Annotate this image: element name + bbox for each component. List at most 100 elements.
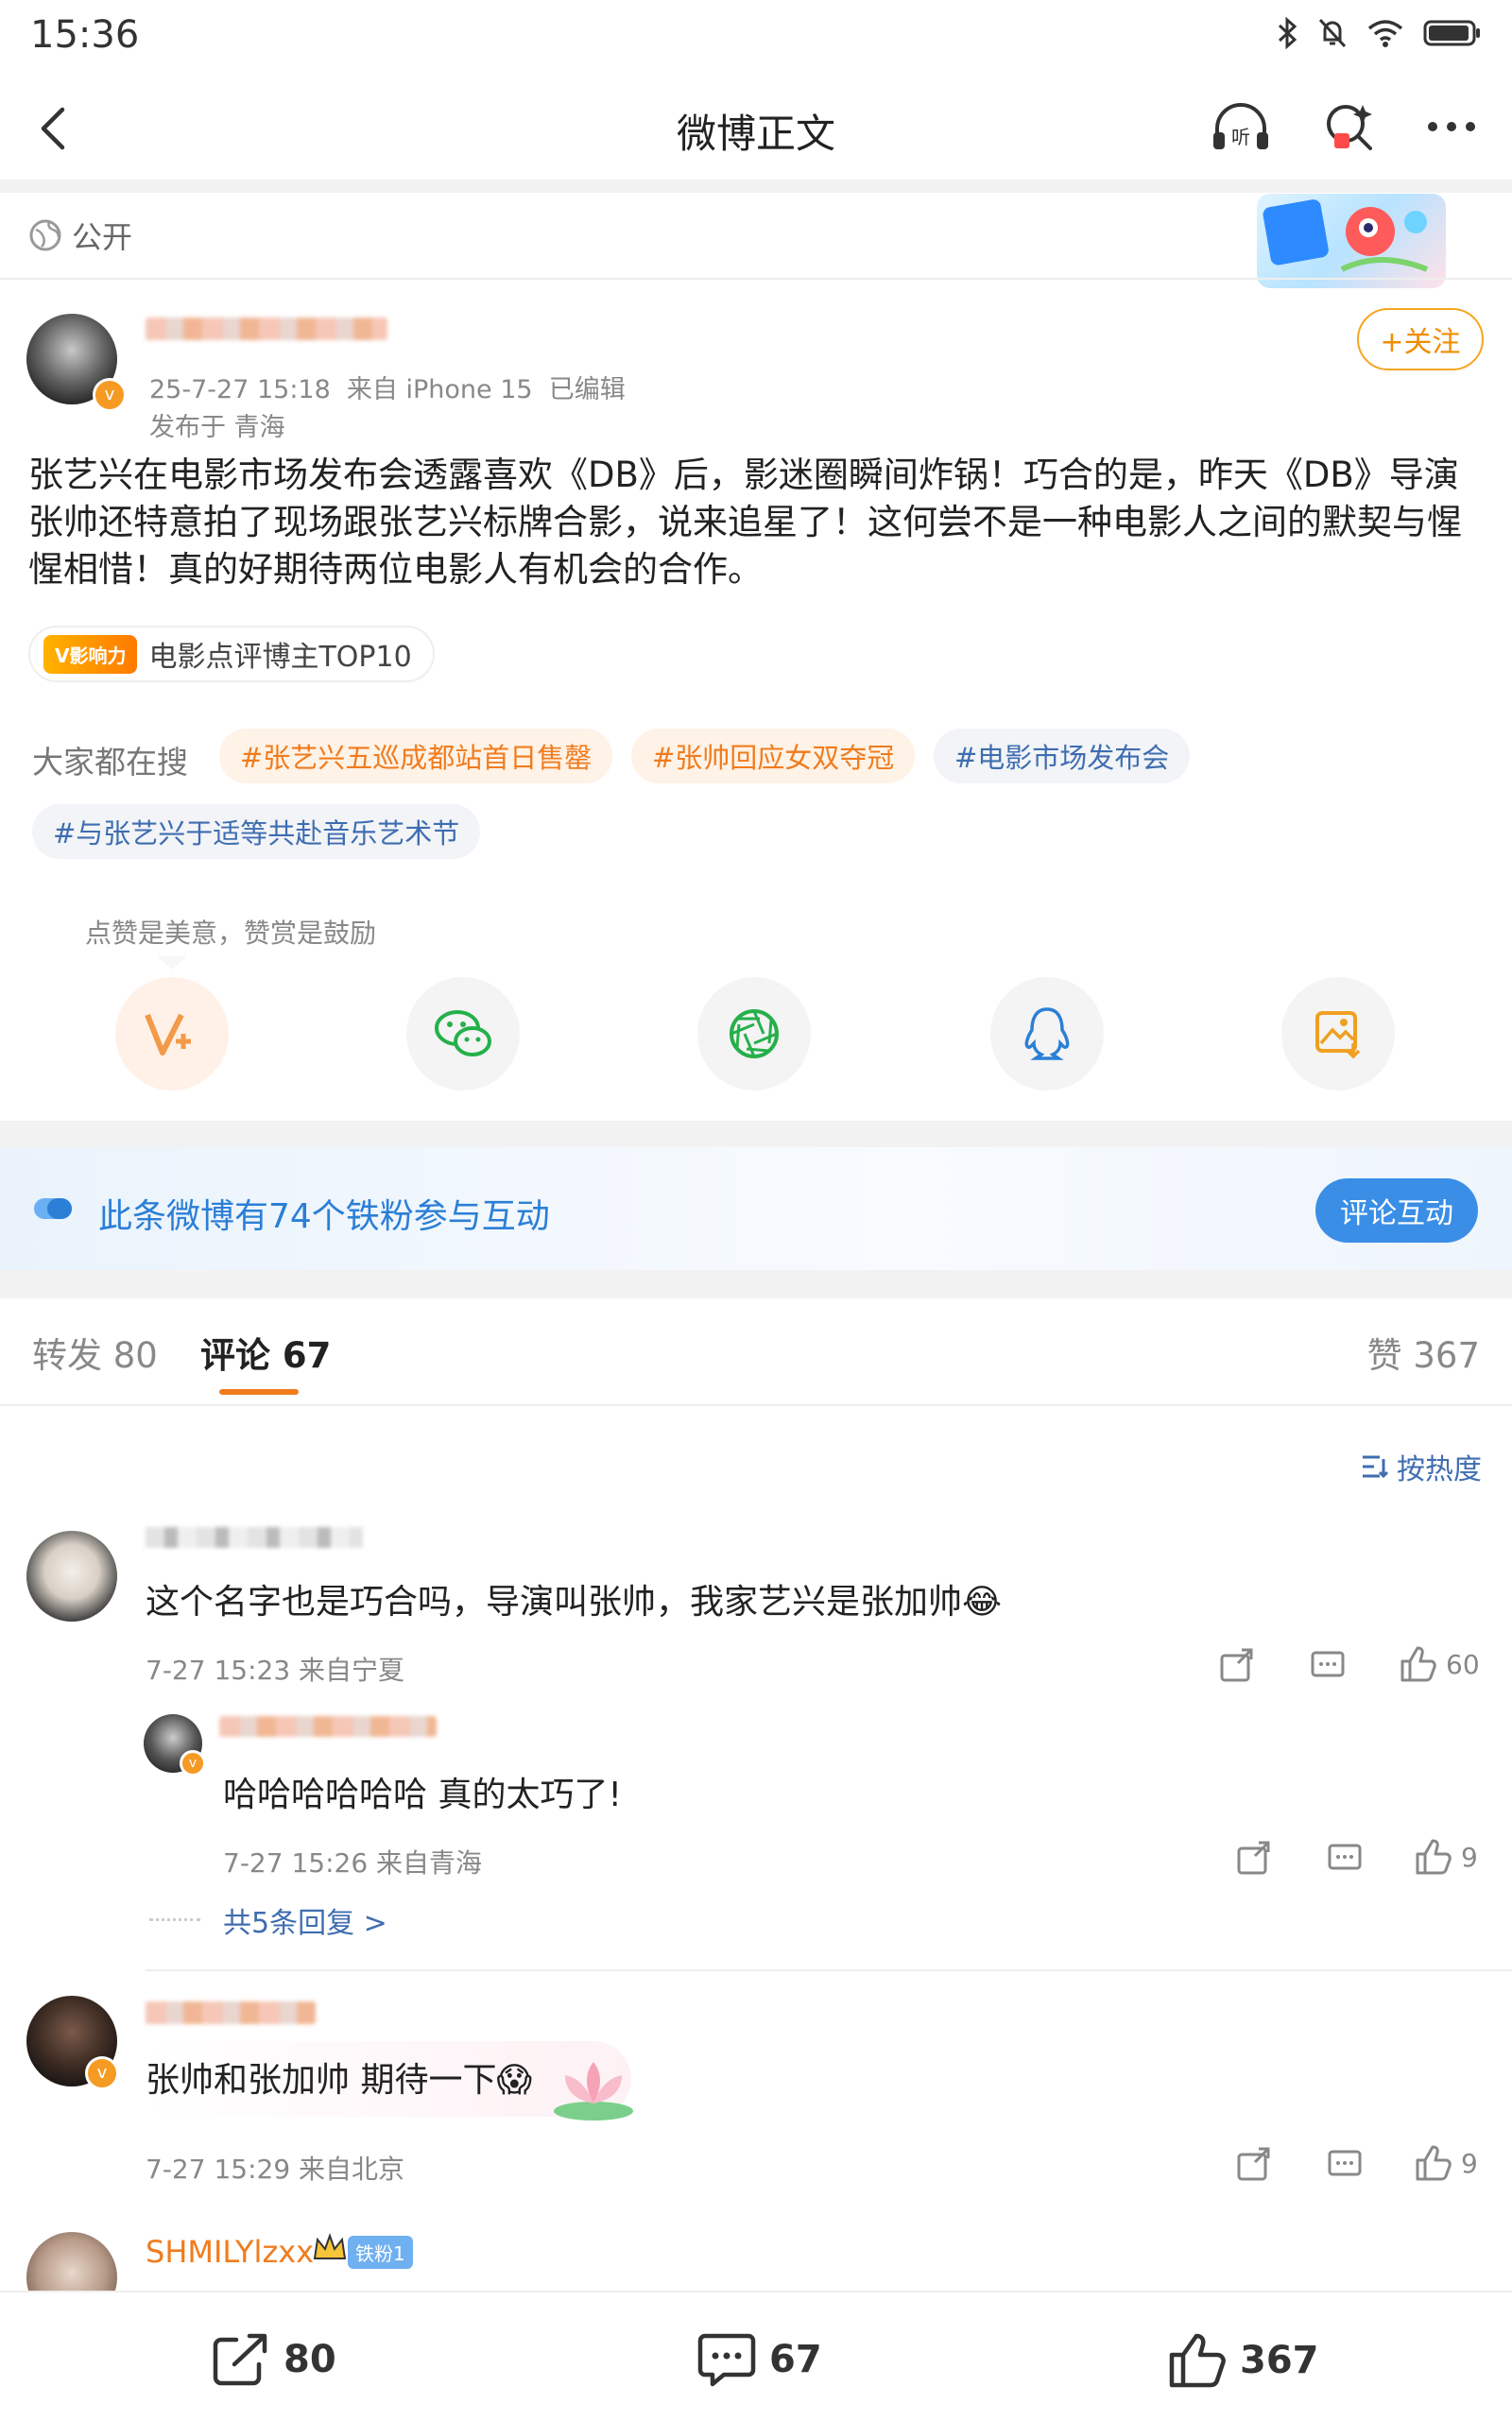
listen-headphones-icon[interactable]: 听 — [1210, 98, 1272, 155]
tab-likes[interactable]: 赞 367 — [1367, 1327, 1480, 1378]
comment-text: 张帅和张加帅 期待一下😱 — [146, 2061, 532, 2100]
reply-like-button[interactable]: 9 — [1414, 1839, 1478, 1875]
bottom-like-button[interactable]: 367 — [1168, 2332, 1319, 2389]
sort-icon — [1363, 1455, 1389, 1479]
bottom-comment-button[interactable]: 67 — [697, 2332, 822, 2387]
moments-aperture-icon — [730, 1009, 779, 1058]
section-gap — [0, 1121, 1512, 1147]
repost-icon[interactable] — [1219, 1648, 1255, 1682]
comment-interaction-button[interactable]: 评论互动 — [1315, 1178, 1478, 1243]
status-time: 15:36 — [30, 13, 140, 57]
comment-count: 67 — [769, 2338, 822, 2381]
section-gap — [0, 1270, 1512, 1298]
thumbs-up-icon — [1169, 2333, 1226, 2388]
influence-badge: V影响力 — [43, 634, 138, 674]
comment-meta: 7-27 15:29 来自北京 — [146, 2154, 405, 2185]
hot-search-chip[interactable]: #张帅回应女双夺冠 — [631, 729, 916, 783]
image-download-icon — [1315, 1011, 1361, 1059]
hot-search-chip[interactable]: #电影市场发布会 — [934, 729, 1191, 783]
comment-username-blurred[interactable] — [146, 1527, 363, 1548]
comment-meta: 7-27 15:23 来自宁夏 — [146, 1655, 405, 1686]
divider — [146, 1969, 1512, 1971]
like-count: 60 — [1446, 1648, 1480, 1680]
status-icons — [1278, 17, 1482, 49]
wechat-icon — [435, 1010, 491, 1056]
comment-avatar[interactable] — [26, 1531, 117, 1622]
tab-repost[interactable]: 转发 80 — [32, 1327, 158, 1378]
tab-comments[interactable]: 评论 67 — [200, 1327, 331, 1378]
like-count: 9 — [1461, 2147, 1478, 2179]
comment-bubble-icon — [697, 2333, 756, 2387]
post-content: 张艺兴在电影市场发布会透露喜欢《DB》后，影迷圈瞬间炸锅！巧合的是，昨天《DB》… — [28, 455, 1462, 590]
fan-level-badge: 铁粉1 — [348, 2236, 413, 2269]
header-actions: 听 — [1210, 98, 1478, 155]
ai-search-icon[interactable] — [1321, 99, 1376, 154]
active-tab-indicator — [219, 1389, 299, 1395]
sort-by-hot-button[interactable]: 按热度 — [1361, 1446, 1482, 1487]
share-qq-button[interactable] — [990, 977, 1104, 1090]
more-menu-icon[interactable] — [1425, 117, 1478, 136]
national-day-event-badge[interactable] — [1257, 194, 1446, 288]
mute-bell-icon — [1318, 18, 1347, 48]
thumbs-up-icon — [1416, 1839, 1452, 1875]
qq-penguin-icon — [1024, 1007, 1070, 1060]
verified-badge-icon: v — [85, 2056, 119, 2090]
reply-username-blurred[interactable] — [219, 1716, 437, 1737]
share-arrow-icon — [213, 2333, 267, 2386]
status-bar: 15:36 — [0, 0, 1512, 77]
battery-icon — [1423, 20, 1480, 46]
post-meta: 25-7-27 15:18 来自 iPhone 15 已编辑 — [149, 375, 626, 404]
share-wechat-button[interactable] — [406, 977, 520, 1090]
crown-icon — [313, 2233, 347, 2259]
comment-icon[interactable] — [1310, 1650, 1346, 1682]
like-count: 367 — [1240, 2339, 1319, 2382]
visibility-row: 公开 — [28, 214, 132, 257]
top-navigation-bar: 微博正文 听 — [0, 77, 1512, 180]
fan-pill-icon — [34, 1198, 72, 1219]
hot-search-chip[interactable]: #张艺兴五巡成都站首日售罄 — [219, 729, 613, 783]
svg-text:听: 听 — [1231, 126, 1250, 148]
reply-text: 哈哈哈哈哈哈 真的太巧了! — [223, 1776, 622, 1814]
thumbs-up-icon — [1400, 1646, 1436, 1682]
hot-search-label: 大家都在搜 — [32, 744, 188, 781]
reply-meta: 7-27 15:26 来自青海 — [223, 1847, 483, 1879]
tabs-row: 转发 80 评论 67 赞 367 — [0, 1302, 1512, 1406]
follow-button[interactable]: +关注 — [1357, 308, 1484, 370]
share-moments-button[interactable] — [697, 977, 811, 1090]
reward-button[interactable] — [115, 977, 229, 1090]
comment-icon[interactable] — [1327, 2149, 1363, 2181]
like-count: 9 — [1461, 1841, 1478, 1873]
comment-like-button[interactable]: 9 — [1414, 2145, 1478, 2181]
sort-label: 按热度 — [1397, 1453, 1482, 1486]
event-mascot-icon — [1263, 199, 1429, 272]
comment-text: 这个名字也是巧合吗，导演叫张帅，我家艺兴是张加帅😂 — [146, 1583, 1003, 1622]
verified-badge-icon: v — [180, 1750, 206, 1777]
influence-tag[interactable]: V影响力 电影点评博主TOP10 — [28, 626, 435, 682]
comment-username-blurred[interactable] — [146, 2001, 316, 2024]
bluetooth-icon — [1278, 17, 1297, 49]
visibility-label: 公开 — [72, 219, 133, 255]
verified-badge-icon: v — [93, 378, 127, 412]
comment-icon[interactable] — [1327, 1843, 1363, 1875]
author-name-blurred[interactable] — [146, 318, 387, 340]
comment-like-button[interactable]: 60 — [1399, 1646, 1480, 1682]
divider — [0, 278, 1512, 280]
more-replies-link[interactable]: 共5条回复 > — [223, 1899, 387, 1941]
post-location: 发布于 青海 — [149, 413, 285, 442]
influence-text: 电影点评博主TOP10 — [148, 641, 412, 674]
save-image-button[interactable] — [1281, 977, 1395, 1090]
section-gap — [0, 180, 1512, 193]
lotus-sticker-icon — [554, 2062, 633, 2121]
comment-username[interactable]: SHMILYlzxx — [146, 2234, 314, 2270]
hot-search-chip[interactable]: #与张艺兴于适等共赴音乐艺术节 — [32, 804, 481, 859]
wifi-icon — [1367, 20, 1403, 47]
dotted-line — [149, 1918, 200, 1921]
globe-icon — [29, 219, 61, 251]
bottom-repost-button[interactable]: 80 — [212, 2332, 336, 2387]
repost-icon[interactable] — [1236, 1841, 1272, 1875]
tip-pointer-icon — [157, 956, 187, 970]
reward-tip: 点赞是美意，赞赏是鼓励 — [85, 918, 377, 949]
bottom-action-bar: 80 67 367 — [0, 2291, 1512, 2421]
fan-banner-text: 此条微博有74个铁粉参与互动 — [98, 1197, 550, 1236]
repost-icon[interactable] — [1236, 2147, 1272, 2181]
